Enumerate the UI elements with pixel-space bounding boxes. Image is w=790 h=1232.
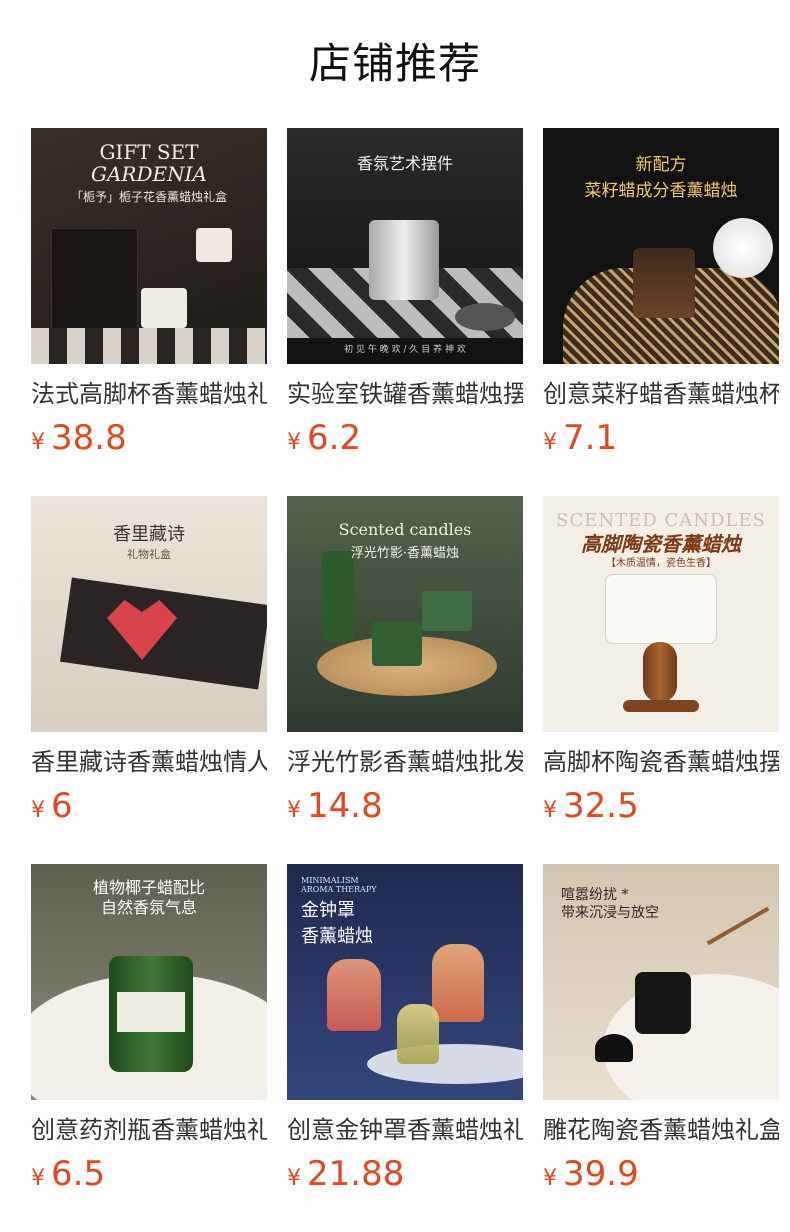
- currency-symbol: ¥: [287, 798, 301, 823]
- currency-symbol: ¥: [31, 798, 45, 823]
- image-text: GARDENIA: [91, 162, 207, 186]
- product-image[interactable]: SCENTED CANDLES 高脚陶瓷香薰蜡烛 【木质温情，瓷色生香】: [543, 496, 779, 732]
- product-card[interactable]: SCENTED CANDLES 高脚陶瓷香薰蜡烛 【木质温情，瓷色生香】 高脚杯…: [543, 496, 779, 834]
- product-name[interactable]: 香里藏诗香薰蜡烛情人节: [31, 746, 267, 778]
- price-value: 21.88: [307, 1154, 405, 1194]
- currency-symbol: ¥: [543, 798, 557, 823]
- currency-symbol: ¥: [287, 1166, 301, 1191]
- product-image[interactable]: 植物椰子蜡配比 自然香氛气息: [31, 864, 267, 1100]
- image-text: 浮光竹影·香薰蜡烛: [350, 546, 460, 561]
- product-image[interactable]: 香氛艺术摆件 初 见 午 晚 欢 / 久 目 养 神 欢: [287, 128, 523, 364]
- pedestal-shape: [367, 1044, 523, 1084]
- flower-shape: [713, 218, 773, 278]
- currency-symbol: ¥: [31, 1166, 45, 1191]
- price-value: 7.1: [563, 418, 618, 458]
- product-name[interactable]: 实验室铁罐香薰蜡烛摆件: [287, 378, 523, 410]
- price-value: 14.8: [307, 786, 383, 826]
- product-image[interactable]: MINIMALISM AROMA THERAPY 金钟罩 香薰蜡烛: [287, 864, 523, 1100]
- product-image[interactable]: Scented candles 浮光竹影·香薰蜡烛: [287, 496, 523, 732]
- black-candle-shape: [635, 972, 691, 1034]
- product-name[interactable]: 创意金钟罩香薰蜡烛礼盒: [287, 1114, 523, 1146]
- candle-lid-shape: [595, 1034, 633, 1062]
- product-card[interactable]: 香里藏诗 礼物礼盒 香里藏诗香薰蜡烛情人节 ¥6: [31, 496, 267, 834]
- page-title: 店铺推荐: [308, 39, 481, 88]
- image-text: 「栀予」栀子花香薰蜡烛礼盒: [70, 190, 227, 204]
- product-price: ¥7.1: [543, 416, 779, 466]
- tin-lid-shape: [455, 303, 515, 331]
- product-price: ¥21.88: [287, 1152, 523, 1202]
- product-card[interactable]: MINIMALISM AROMA THERAPY 金钟罩 香薰蜡烛 创意金钟罩香…: [287, 864, 523, 1202]
- product-name[interactable]: 创意药剂瓶香薰蜡烛礼盒: [31, 1114, 267, 1146]
- product-name[interactable]: 创意菜籽蜡香薰蜡烛杯: [543, 378, 779, 410]
- checker-floor-shape: [31, 328, 267, 364]
- glass-jar-shape: [397, 1004, 439, 1064]
- product-price: ¥6: [31, 784, 267, 834]
- product-card[interactable]: 新配方 菜籽蜡成分香薰蜡烛 创意菜籽蜡香薰蜡烛杯 ¥7.1: [543, 128, 779, 466]
- product-name[interactable]: 雕花陶瓷香薰蜡烛礼盒: [543, 1114, 779, 1146]
- product-name[interactable]: 浮光竹影香薰蜡烛批发: [287, 746, 523, 778]
- wood-stand-shape: [643, 642, 677, 702]
- product-image[interactable]: 香里藏诗 礼物礼盒: [31, 496, 267, 732]
- product-image[interactable]: 喧嚣纷扰 * 带来沉浸与放空: [543, 864, 779, 1100]
- product-name[interactable]: 高脚杯陶瓷香薰蜡烛摆件: [543, 746, 779, 778]
- amber-candle-shape: [633, 248, 695, 318]
- image-text: 自然香氛气息: [100, 898, 197, 917]
- image-text: MINIMALISM AROMA THERAPY: [301, 876, 377, 894]
- product-price: ¥32.5: [543, 784, 779, 834]
- bottle-label-shape: [117, 992, 185, 1032]
- product-card[interactable]: 香氛艺术摆件 初 见 午 晚 欢 / 久 目 养 神 欢 实验室铁罐香薰蜡烛摆件…: [287, 128, 523, 466]
- image-text: GIFT SET: [99, 140, 199, 164]
- product-image[interactable]: 新配方 菜籽蜡成分香薰蜡烛: [543, 128, 779, 364]
- wood-base-shape: [623, 700, 699, 712]
- green-candle-shape: [372, 621, 422, 666]
- price-value: 6.5: [51, 1154, 106, 1194]
- product-price: ¥38.8: [31, 416, 267, 466]
- product-price: ¥39.9: [543, 1152, 779, 1202]
- product-card[interactable]: Scented candles 浮光竹影·香薰蜡烛 浮光竹影香薰蜡烛批发 ¥14…: [287, 496, 523, 834]
- product-name[interactable]: 法式高脚杯香薰蜡烛礼盒: [31, 378, 267, 410]
- product-price: ¥6.2: [287, 416, 523, 466]
- gift-box-shape: [422, 591, 472, 631]
- currency-symbol: ¥: [31, 430, 45, 455]
- currency-symbol: ¥: [543, 1166, 557, 1191]
- image-text: 【木质温情，瓷色生香】: [606, 558, 716, 569]
- image-text: 初 见 午 晚 欢 / 久 目 养 神 欢: [344, 345, 466, 355]
- candle-cup-shape: [141, 288, 187, 328]
- gift-box-shape: [51, 228, 138, 340]
- white-plate-shape: [603, 974, 779, 1100]
- product-card[interactable]: 喧嚣纷扰 * 带来沉浸与放空 雕花陶瓷香薰蜡烛礼盒 ¥39.9: [543, 864, 779, 1202]
- product-card[interactable]: GIFT SET GARDENIA 「栀予」栀子花香薰蜡烛礼盒 法式高脚杯香薰蜡…: [31, 128, 267, 466]
- image-text: 金钟罩: [301, 900, 355, 921]
- product-price: ¥14.8: [287, 784, 523, 834]
- image-text: 香里藏诗: [113, 524, 185, 545]
- product-image[interactable]: GIFT SET GARDENIA 「栀予」栀子花香薰蜡烛礼盒: [31, 128, 267, 364]
- product-card[interactable]: 植物椰子蜡配比 自然香氛气息 创意药剂瓶香薰蜡烛礼盒 ¥6.5: [31, 864, 267, 1202]
- product-price: ¥6.5: [31, 1152, 267, 1202]
- currency-symbol: ¥: [287, 430, 301, 455]
- image-text: 香薰蜡烛: [301, 926, 373, 947]
- glass-jar-shape: [327, 959, 381, 1031]
- price-value: 6: [51, 786, 73, 826]
- image-text: Scented candles: [338, 520, 472, 539]
- tin-candle-shape: [369, 220, 439, 300]
- price-value: 32.5: [563, 786, 639, 826]
- candle-cup-shape: [196, 228, 232, 262]
- currency-symbol: ¥: [543, 430, 557, 455]
- image-text: 高脚陶瓷香薰蜡烛: [581, 532, 741, 556]
- image-text: 喧嚣纷扰 *: [561, 887, 629, 903]
- image-text: 新配方: [635, 155, 687, 175]
- glass-jar-shape: [432, 944, 484, 1022]
- image-text: 带来沉浸与放空: [561, 905, 659, 921]
- image-text: 菜籽蜡成分香薰蜡烛: [584, 181, 738, 201]
- ceramic-cup-shape: [605, 574, 717, 644]
- green-candle-shape: [322, 551, 354, 641]
- image-text: 礼物礼盒: [127, 548, 171, 561]
- price-value: 6.2: [307, 418, 362, 458]
- price-value: 39.9: [563, 1154, 639, 1194]
- price-value: 38.8: [51, 418, 127, 458]
- image-text: 香氛艺术摆件: [356, 154, 453, 173]
